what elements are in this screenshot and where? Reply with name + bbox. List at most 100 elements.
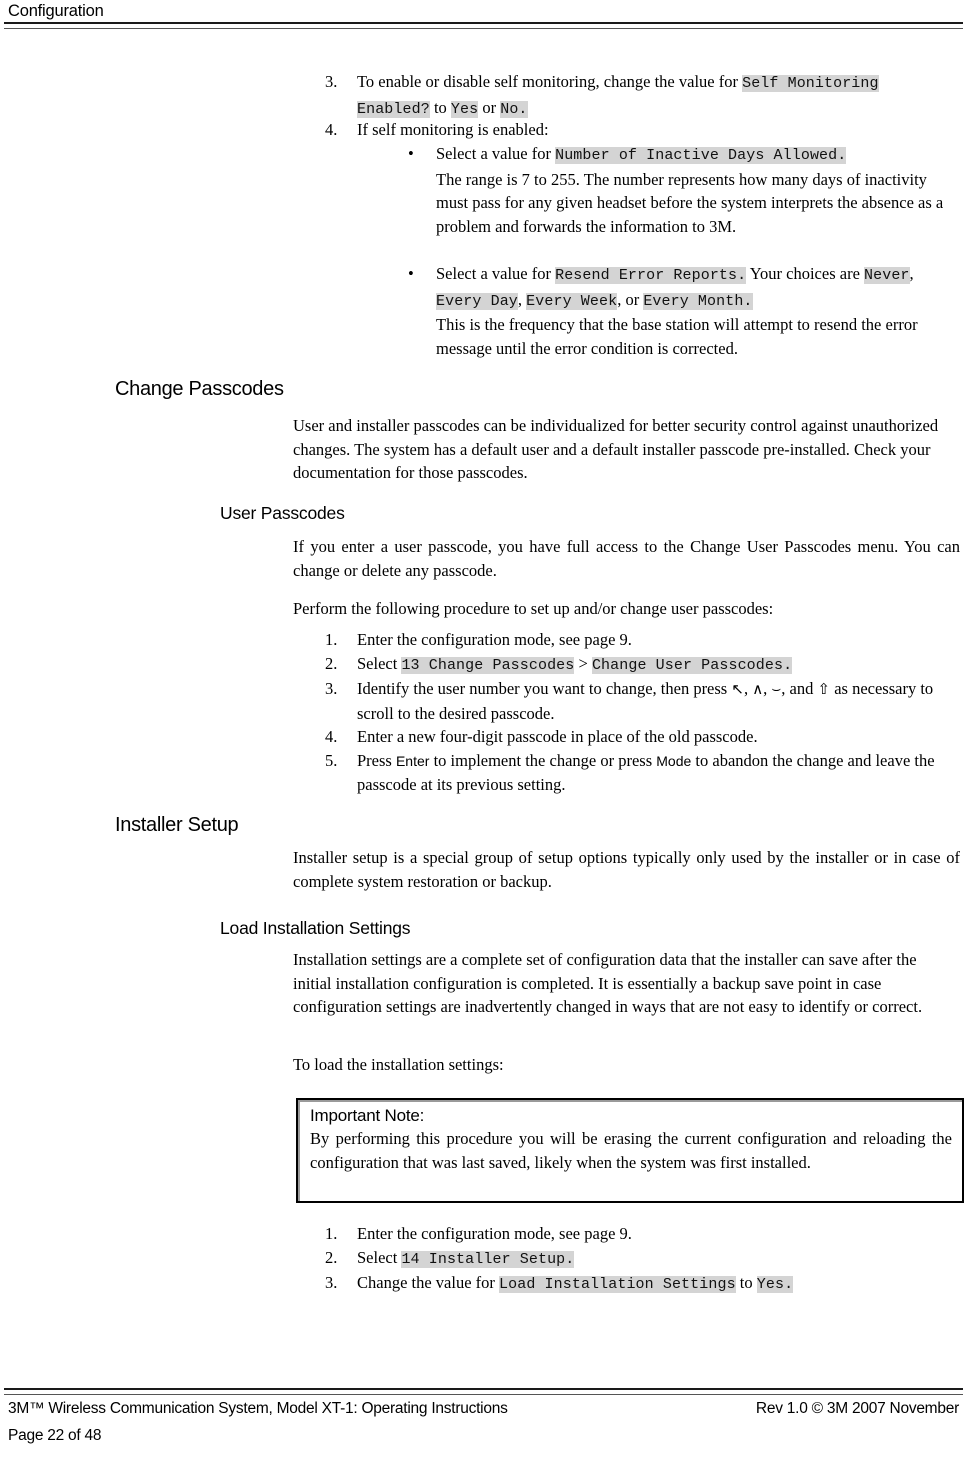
arrow-up-hollow-icon: ⇧ bbox=[817, 680, 831, 698]
user-step-4: 4. Enter a new four-digit passcode in pl… bbox=[325, 725, 965, 749]
page-header: Configuration bbox=[0, 0, 967, 40]
load-step-3-code-load-installation-settings: Load Installation Settings bbox=[499, 1276, 736, 1293]
bullet-2-option-every-week: Every Week bbox=[526, 292, 618, 310]
user-step-3-body: Identify the user number you want to cha… bbox=[357, 677, 965, 725]
load-step-2: 2. Select 14 Installer Setup. bbox=[325, 1246, 965, 1272]
step-4: 4. If self monitoring is enabled: bbox=[325, 118, 960, 142]
user-step-3-lead: Identify the user number you want to cha… bbox=[357, 679, 732, 698]
arrow-up-left-icon: ↖ bbox=[731, 680, 744, 698]
step-4-bullet-2-body: Select a value for Resend Error Reports.… bbox=[436, 262, 960, 360]
step-3: 3. To enable or disable self monitoring,… bbox=[325, 70, 955, 121]
heading-installer-setup: Installer Setup bbox=[115, 814, 239, 836]
user-step-2-body: Select 13 Change Passcodes > Change User… bbox=[357, 652, 965, 678]
user-step-4-number: 4. bbox=[325, 727, 338, 746]
change-passcodes-paragraph: User and installer passcodes can be indi… bbox=[293, 416, 939, 482]
load-installation-steps: 1. Enter the configuration mode, see pag… bbox=[325, 1222, 965, 1297]
user-step-1-text: Enter the configuration mode, see page 9… bbox=[357, 630, 632, 649]
user-step-2-lead: Select bbox=[357, 653, 402, 673]
bullet-2-mid: Your choices are bbox=[746, 264, 865, 283]
bullet-2-rest: This is the frequency that the base stat… bbox=[436, 315, 918, 358]
load-step-1: 1. Enter the configuration mode, see pag… bbox=[325, 1222, 965, 1246]
load-step-2-body: Select 14 Installer Setup. bbox=[357, 1246, 965, 1272]
bullet-2-option-every-day: Every Day bbox=[436, 292, 518, 310]
important-note-box: Important Note: By performing this proce… bbox=[296, 1098, 964, 1203]
step-3-text-1: To enable or disable self monitoring, ch… bbox=[357, 72, 743, 91]
user-step-3-sep-1: , bbox=[743, 679, 753, 698]
user-step-4-text: Enter a new four-digit passcode in place… bbox=[357, 727, 758, 746]
user-step-3: 3. Identify the user number you want to … bbox=[325, 677, 965, 725]
step-3-code-yes: Yes bbox=[450, 100, 479, 118]
user-step-2-code-change-user-passcodes: Change User Passcodes. bbox=[591, 656, 793, 674]
bullet-1-rest: The range is 7 to 255. The number repres… bbox=[436, 169, 944, 236]
load-installation-paragraph-2: To load the installation settings: bbox=[293, 1055, 504, 1074]
bullet-2-sep-1: , bbox=[909, 264, 914, 283]
user-step-2-number: 2. bbox=[325, 653, 338, 673]
step-3-body: To enable or disable self monitoring, ch… bbox=[357, 70, 955, 121]
bullet-marker-icon: • bbox=[408, 144, 414, 163]
user-step-5-mid: to implement the change or press bbox=[429, 750, 657, 770]
user-step-5-number: 5. bbox=[325, 750, 338, 770]
load-step-3-lead: Change the value for bbox=[357, 1273, 500, 1292]
user-step-2-code-13-change-passcodes: 13 Change Passcodes bbox=[401, 656, 575, 674]
user-step-5-body: Press Enter to implement the change or p… bbox=[357, 749, 965, 797]
user-step-5-lead: Press bbox=[357, 750, 396, 770]
important-note-body: By performing this procedure you will be… bbox=[310, 1129, 952, 1172]
load-installation-paragraph-1: Installation settings are a complete set… bbox=[293, 950, 923, 1016]
step-3-code-no: No. bbox=[500, 100, 528, 118]
user-step-3-number: 3. bbox=[325, 679, 338, 698]
bullet-2-lead: Select a value for bbox=[436, 264, 556, 283]
footer-page-number: Page 22 of 48 bbox=[8, 1427, 102, 1444]
caret-up-icon: ∧ bbox=[752, 680, 764, 698]
user-step-2-gt: > bbox=[574, 653, 592, 673]
bullet-2-sep-2: , bbox=[517, 289, 527, 309]
footer-left-text: 3M™ Wireless Communication System, Model… bbox=[8, 1400, 508, 1417]
heading-change-passcodes: Change Passcodes bbox=[115, 378, 284, 400]
important-note-inner: Important Note: By performing this proce… bbox=[298, 1100, 962, 1182]
load-step-3-mid: to bbox=[735, 1273, 757, 1292]
installer-setup-paragraph: Installer setup is a special group of se… bbox=[293, 848, 960, 891]
step-3-text-2: to bbox=[429, 97, 451, 117]
user-step-1-number: 1. bbox=[325, 630, 338, 649]
step-4-bullet-1-body: Select a value for Number of Inactive Da… bbox=[436, 142, 960, 238]
bullet-2-option-every-month: Every Month. bbox=[643, 292, 753, 310]
load-step-1-number: 1. bbox=[325, 1224, 338, 1243]
heading-load-installation-settings: Load Installation Settings bbox=[220, 918, 411, 938]
bullet-2-option-never: Never bbox=[864, 267, 910, 284]
bullet-1-lead: Select a value for bbox=[436, 144, 556, 163]
step-4-label: If self monitoring is enabled: bbox=[357, 120, 549, 139]
step-4-bullet-1: • Select a value for Number of Inactive … bbox=[408, 142, 960, 238]
page-title: Configuration bbox=[8, 2, 104, 20]
important-note-title: Important Note: bbox=[310, 1106, 425, 1125]
load-step-1-text: Enter the configuration mode, see page 9… bbox=[357, 1224, 632, 1243]
load-step-3-body: Change the value for Load Installation S… bbox=[357, 1271, 965, 1297]
key-enter: Enter bbox=[395, 752, 430, 769]
footer-right-text: Rev 1.0 © 3M 2007 November bbox=[755, 1400, 959, 1417]
user-step-2: 2. Select 13 Change Passcodes > Change U… bbox=[325, 652, 965, 678]
load-step-3-code-yes: Yes. bbox=[756, 1276, 794, 1293]
user-step-5: 5. Press Enter to implement the change o… bbox=[325, 749, 965, 797]
bullet-1-code-number-of-inactive-days-allowed: Number of Inactive Days Allowed. bbox=[555, 147, 847, 164]
user-passcodes-paragraph-1: If you enter a user passcode, you have f… bbox=[293, 537, 960, 580]
load-step-3-number: 3. bbox=[325, 1273, 338, 1292]
bullet-2-sep-3: , or bbox=[617, 289, 644, 309]
step-3-number: 3. bbox=[325, 72, 338, 91]
bullet-marker-icon: • bbox=[408, 264, 414, 283]
load-step-2-code-14-installer-setup: 14 Installer Setup. bbox=[401, 1250, 575, 1268]
heading-user-passcodes: User Passcodes bbox=[220, 503, 345, 523]
user-step-1: 1. Enter the configuration mode, see pag… bbox=[325, 628, 965, 652]
header-divider bbox=[4, 22, 963, 29]
footer-divider bbox=[4, 1388, 963, 1395]
load-step-3: 3. Change the value for Load Installatio… bbox=[325, 1271, 965, 1297]
step-3-text-3: or bbox=[478, 97, 501, 117]
user-step-3-sep-3: , and bbox=[781, 679, 818, 698]
caret-down-icon: ⌣ bbox=[771, 680, 782, 698]
key-mode: Mode bbox=[656, 752, 692, 769]
step-4-number: 4. bbox=[325, 120, 338, 139]
user-passcodes-paragraph-2: Perform the following procedure to set u… bbox=[293, 599, 774, 618]
load-step-2-number: 2. bbox=[325, 1247, 338, 1267]
step-4-bullet-2: • Select a value for Resend Error Report… bbox=[408, 262, 960, 360]
load-step-2-lead: Select bbox=[357, 1247, 402, 1267]
footer: 3M™ Wireless Communication System, Model… bbox=[8, 1400, 959, 1418]
bullet-2-code-resend-error-reports: Resend Error Reports. bbox=[555, 267, 747, 284]
user-passcodes-steps: 1. Enter the configuration mode, see pag… bbox=[325, 628, 965, 797]
